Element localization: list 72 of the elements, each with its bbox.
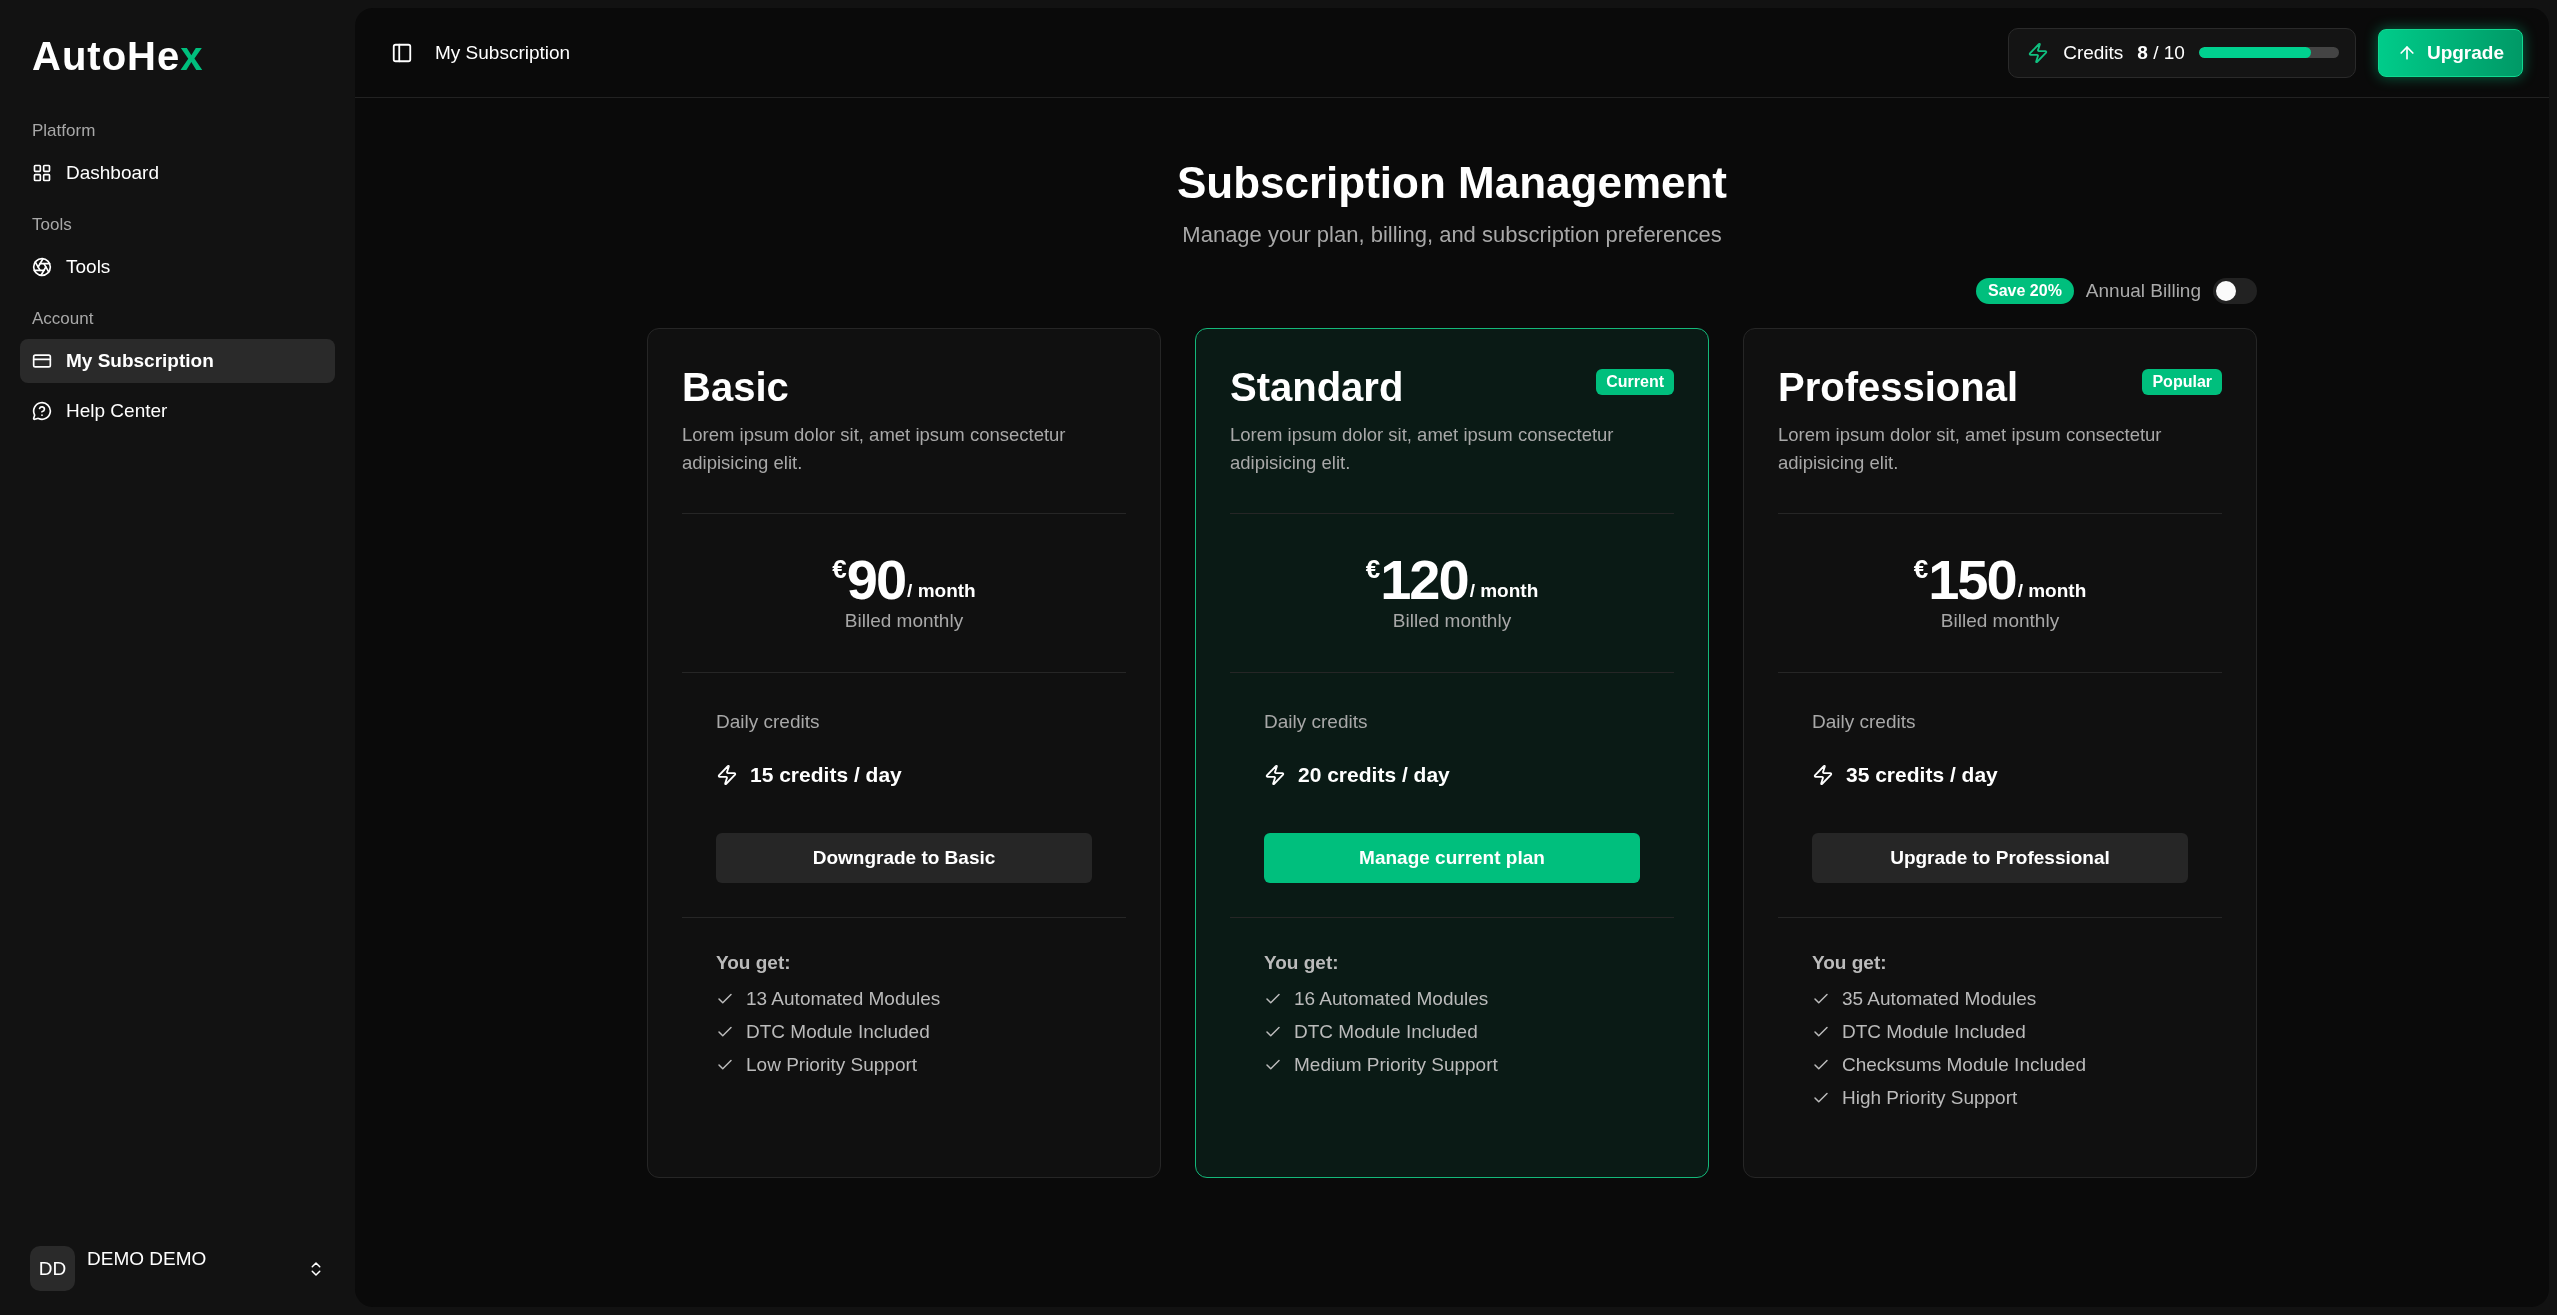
annual-billing-switch[interactable]	[2213, 278, 2257, 304]
sidebar-item[interactable]: My Subscription	[20, 339, 335, 383]
billing-note: Billed monthly	[1391, 610, 1513, 632]
plan-description: Lorem ipsum dolor sit, amet ipsum consectetur adipisicing elit.	[1230, 423, 1615, 475]
discount-badge: Save 20%	[1976, 278, 2074, 304]
page-subtitle: Manage your plan, billing, and subscription preferences	[1182, 222, 1722, 248]
price-period: / month	[2017, 580, 2087, 602]
currency-symbol: €	[1365, 554, 1381, 584]
page-title: Subscription Management	[1176, 158, 1728, 208]
sidebar-toggle-icon[interactable]	[391, 41, 413, 64]
user-avatar: DD	[30, 1246, 75, 1291]
credits-count: 8 / 10	[2137, 41, 2185, 64]
feature-text: 35 Automated Modules	[1842, 987, 2037, 1010]
section-label: Tools	[31, 214, 73, 236]
plan-price: 120	[1380, 550, 1468, 610]
daily-credits: 20 credits / day	[1298, 763, 1450, 787]
plan-name: Basic	[682, 364, 789, 411]
feature-text: 16 Automated Modules	[1294, 987, 1489, 1010]
section-label: Account	[31, 308, 95, 330]
lightning-icon	[1812, 764, 1834, 786]
plan-description: Lorem ipsum dolor sit, amet ipsum consectetur adipisicing elit.	[1778, 423, 2163, 475]
feature-text: High Priority Support	[1842, 1086, 2018, 1109]
lightning-icon	[716, 764, 738, 786]
sidebar-item[interactable]: Tools	[20, 245, 335, 289]
lightning-icon	[2027, 41, 2050, 64]
feature-text: Checksums Module Included	[1842, 1053, 2086, 1076]
plan-name: Standard	[1230, 364, 1404, 411]
feature-text: Low Priority Support	[746, 1053, 918, 1076]
plan-price: 90	[846, 550, 906, 610]
plan-button[interactable]: Upgrade to Professional	[1812, 833, 2188, 883]
grid-icon	[32, 163, 52, 183]
lightning-icon	[1264, 764, 1286, 786]
price-period: / month	[1469, 580, 1539, 602]
section-label: Platform	[31, 120, 97, 142]
feature-text: DTC Module Included	[1842, 1020, 2026, 1043]
features-heading: You get:	[1812, 952, 1888, 974]
sidebar-item-label: Tools	[66, 256, 111, 278]
billing-note: Billed monthly	[843, 610, 965, 632]
help-icon	[32, 401, 52, 421]
toggle-label: Annual Billing	[2085, 280, 2201, 302]
sidebar-item[interactable]: Help Center	[20, 389, 335, 433]
feature-text: 13 Automated Modules	[746, 987, 941, 1010]
sidebar-item-label: Dashboard	[66, 162, 159, 184]
plan-badge: Popular	[2142, 369, 2222, 395]
daily-credits: 15 credits / day	[750, 763, 902, 787]
feature-text: DTC Module Included	[1294, 1020, 1478, 1043]
sidebar-item-label: Help Center	[66, 400, 168, 422]
plan-description: Lorem ipsum dolor sit, amet ipsum consectetur adipisicing elit.	[682, 423, 1067, 475]
daily-credits: 35 credits / day	[1846, 763, 1998, 787]
plan-badge: Current	[1596, 369, 1674, 395]
breadcrumb: My Subscription	[435, 41, 572, 64]
sidebar-item[interactable]: Dashboard	[20, 151, 335, 195]
credits-heading: Daily credits	[716, 711, 821, 733]
logo: AutoHex	[31, 34, 205, 79]
feature-text: DTC Module Included	[746, 1020, 930, 1043]
plan-name: Professional	[1778, 364, 2019, 411]
billing-note: Billed monthly	[1939, 610, 2061, 632]
aperture-icon	[32, 257, 52, 277]
feature-text: Medium Priority Support	[1294, 1053, 1498, 1076]
credits-heading: Daily credits	[1812, 711, 1917, 733]
credits-heading: Daily credits	[1264, 711, 1369, 733]
features-heading: You get:	[716, 952, 792, 974]
currency-symbol: €	[832, 554, 847, 585]
card-icon	[32, 351, 52, 371]
sidebar-item-label: My Subscription	[66, 350, 214, 372]
credits-label: Credits	[2063, 41, 2124, 64]
plan-price: 150	[1928, 550, 2016, 610]
user-name: DEMO DEMO	[87, 1248, 208, 1270]
features-heading: You get:	[1264, 952, 1340, 974]
price-period: / month	[907, 580, 976, 602]
currency-symbol: €	[1913, 554, 1929, 584]
plan-button[interactable]: Downgrade to Basic	[716, 833, 1092, 883]
